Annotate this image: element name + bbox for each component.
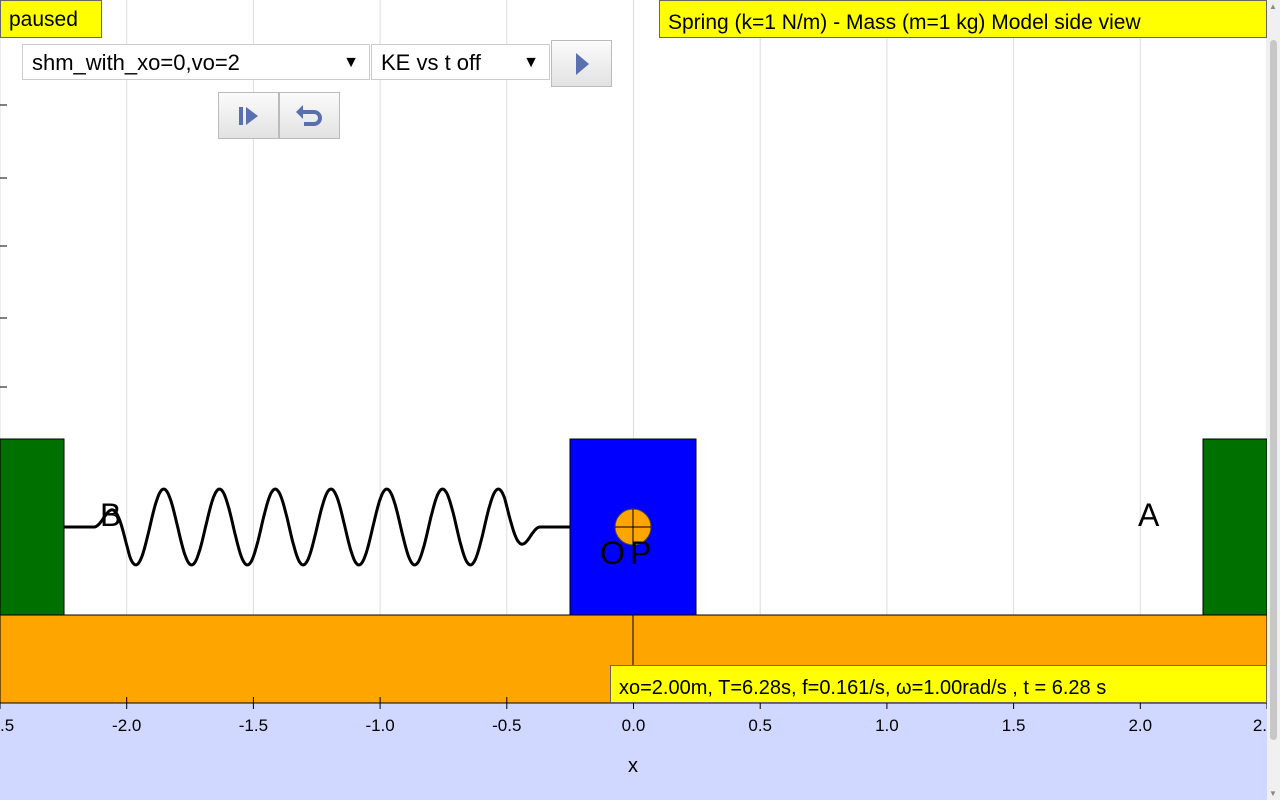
- model-select-value: shm_with_xo=0,vo=2: [32, 50, 240, 75]
- right-wall: [1202, 438, 1268, 616]
- scroll-down-icon[interactable]: ▼: [1269, 789, 1277, 798]
- step-forward-icon: [238, 106, 258, 125]
- graph-select[interactable]: KE vs t off ▼: [371, 44, 550, 80]
- x-tick-label: 2.0: [1128, 716, 1152, 735]
- play-button[interactable]: [551, 40, 612, 87]
- point-label-p: P: [630, 535, 651, 571]
- x-axis-label: x: [628, 755, 638, 777]
- point-label-o: O: [600, 535, 625, 571]
- scroll-up-icon[interactable]: ▲: [1269, 2, 1277, 11]
- point-label-b: B: [100, 497, 121, 533]
- x-tick-label: 2.: [1253, 716, 1267, 735]
- status-label: paused: [0, 0, 102, 38]
- scrollbar-thumb[interactable]: [1270, 40, 1277, 740]
- x-tick-label: -2.0: [112, 716, 141, 735]
- graph-select-value: KE vs t off: [381, 50, 481, 75]
- view-title: Spring (k=1 N/m) - Mass (m=1 kg) Model s…: [659, 0, 1267, 38]
- x-tick-label: 0.5: [748, 716, 772, 735]
- x-tick-label: -0.5: [492, 716, 521, 735]
- dropdown-arrow-icon: ▼: [343, 54, 359, 71]
- dropdown-arrow-icon: ▼: [523, 54, 539, 71]
- vertical-scrollbar[interactable]: ▲ ▼: [1267, 0, 1280, 800]
- play-icon: [575, 52, 589, 75]
- x-tick-label: 0.0: [622, 716, 646, 735]
- spring: [64, 487, 571, 567]
- x-tick-label: 1.5: [1002, 716, 1026, 735]
- reset-icon: [295, 104, 322, 126]
- x-tick-label: -1.0: [365, 716, 394, 735]
- x-tick-label: 1.0: [875, 716, 899, 735]
- point-label-a: A: [1138, 497, 1160, 533]
- info-readout: xo=2.00m, T=6.28s, f=0.161/s, ω=1.00rad/…: [610, 665, 1267, 703]
- reset-button[interactable]: [279, 92, 340, 139]
- model-select[interactable]: shm_with_xo=0,vo=2 ▼: [22, 44, 370, 80]
- left-wall: [0, 438, 65, 616]
- x-tick-label: .5: [0, 716, 14, 735]
- x-tick-label: -1.5: [239, 716, 268, 735]
- step-forward-button[interactable]: [218, 92, 279, 139]
